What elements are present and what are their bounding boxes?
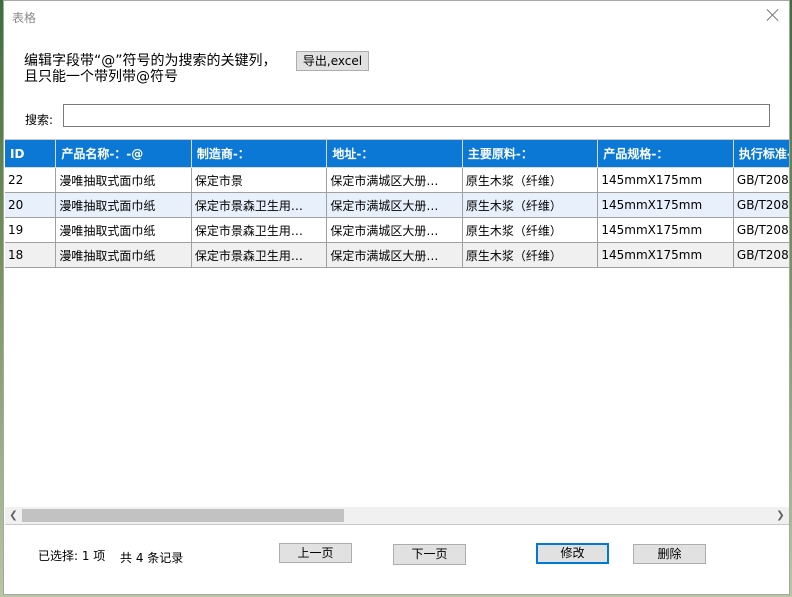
cell-standard[interactable]: GB/T20808 xyxy=(733,192,789,218)
cell-spec[interactable]: 145mmX175mm xyxy=(597,167,734,193)
table-row[interactable]: 18 漫唯抽取式面巾纸 保定市景森卫生用… 保定市满城区大册… 原生木浆（纤维）… xyxy=(5,242,789,268)
cell-address[interactable]: 保定市满城区大册… xyxy=(326,192,463,218)
cell-material[interactable]: 原生木浆（纤维） xyxy=(462,167,599,193)
close-icon[interactable] xyxy=(766,8,780,22)
data-table: ID 产品名称-：-@ 制造商-： 地址-： 主要原料-： 产品规格-： 执行标… xyxy=(5,140,789,268)
column-header-product-name[interactable]: 产品名称-：-@ xyxy=(55,140,192,168)
cell-id[interactable]: 20 xyxy=(5,192,57,218)
column-header-address[interactable]: 地址-： xyxy=(326,140,463,168)
column-header-manufacturer[interactable]: 制造商-： xyxy=(191,140,328,168)
table-header-row: ID 产品名称-：-@ 制造商-： 地址-： 主要原料-： 产品规格-： 执行标… xyxy=(5,140,789,168)
cell-manufacturer[interactable]: 保定市景 xyxy=(191,167,328,193)
next-page-button[interactable]: 下一页 xyxy=(393,544,466,565)
instruction-text: 编辑字段带“@”符号的为搜索的关键列， 且只能一个带列带@符号 xyxy=(24,53,277,85)
cell-material[interactable]: 原生木浆（纤维） xyxy=(462,192,599,218)
cell-spec[interactable]: 145mmX175mm xyxy=(597,192,734,218)
cell-standard[interactable]: GB/T20808 xyxy=(733,167,789,193)
data-grid: ID 产品名称-：-@ 制造商-： 地址-： 主要原料-： 产品规格-： 执行标… xyxy=(5,139,789,525)
cell-manufacturer[interactable]: 保定市景森卫生用… xyxy=(191,217,328,243)
column-header-material[interactable]: 主要原料-： xyxy=(462,140,599,168)
cell-address[interactable]: 保定市满城区大册… xyxy=(326,217,463,243)
instruction-line-1: 编辑字段带“@”符号的为搜索的关键列， xyxy=(24,53,277,69)
column-header-spec[interactable]: 产品规格-： xyxy=(597,140,734,168)
cell-manufacturer[interactable]: 保定市景森卫生用… xyxy=(191,242,328,268)
title-bar: 表格 xyxy=(4,1,789,31)
total-records: 共 4 条记录 xyxy=(120,551,184,565)
chevron-right-icon[interactable]: ❯ xyxy=(772,507,789,524)
window-title: 表格 xyxy=(12,11,37,25)
cell-material[interactable]: 原生木浆（纤维） xyxy=(462,217,599,243)
cell-product-name[interactable]: 漫唯抽取式面巾纸 xyxy=(55,192,192,218)
cell-address[interactable]: 保定市满城区大册… xyxy=(326,242,463,268)
scrollbar-thumb[interactable] xyxy=(22,509,344,522)
horizontal-scrollbar[interactable]: ❮ ❯ xyxy=(5,507,789,524)
cell-product-name[interactable]: 漫唯抽取式面巾纸 xyxy=(55,167,192,193)
cell-material[interactable]: 原生木浆（纤维） xyxy=(462,242,599,268)
edit-button[interactable]: 修改 xyxy=(536,543,609,564)
column-header-id[interactable]: ID xyxy=(5,140,57,168)
delete-button[interactable]: 删除 xyxy=(633,544,706,564)
export-excel-button[interactable]: 导出,excel xyxy=(296,51,369,71)
cell-spec[interactable]: 145mmX175mm xyxy=(597,242,734,268)
selected-count: 已选择: 1 项 xyxy=(38,549,106,563)
cell-address[interactable]: 保定市满城区大册… xyxy=(326,167,463,193)
cell-product-name[interactable]: 漫唯抽取式面巾纸 xyxy=(55,242,192,268)
prev-page-button[interactable]: 上一页 xyxy=(279,543,352,563)
cell-product-name[interactable]: 漫唯抽取式面巾纸 xyxy=(55,217,192,243)
table-row[interactable]: 19 漫唯抽取式面巾纸 保定市景森卫生用… 保定市满城区大册… 原生木浆（纤维）… xyxy=(5,217,789,243)
cell-id[interactable]: 19 xyxy=(5,217,57,243)
chevron-left-icon[interactable]: ❮ xyxy=(5,507,22,524)
cell-spec[interactable]: 145mmX175mm xyxy=(597,217,734,243)
cell-id[interactable]: 22 xyxy=(5,167,57,193)
instruction-line-2: 且只能一个带列带@符号 xyxy=(24,69,178,85)
cell-standard[interactable]: GB/T20808 xyxy=(733,217,789,243)
table-row-selected[interactable]: 20 漫唯抽取式面巾纸 保定市景森卫生用… 保定市满城区大册… 原生木浆（纤维）… xyxy=(5,192,789,218)
table-row[interactable]: 22 漫唯抽取式面巾纸 保定市景 保定市满城区大册… 原生木浆（纤维） 145m… xyxy=(5,167,789,193)
table-dialog: 表格 编辑字段带“@”符号的为搜索的关键列， 且只能一个带列带@符号 导出,ex… xyxy=(3,0,790,595)
search-label: 搜索: xyxy=(25,113,54,127)
column-header-standard[interactable]: 执行标准-： xyxy=(733,140,789,168)
cell-id[interactable]: 18 xyxy=(5,242,57,268)
cell-standard[interactable]: GB/T20808 xyxy=(733,242,789,268)
search-input[interactable] xyxy=(63,104,770,127)
cell-manufacturer[interactable]: 保定市景森卫生用… xyxy=(191,192,328,218)
